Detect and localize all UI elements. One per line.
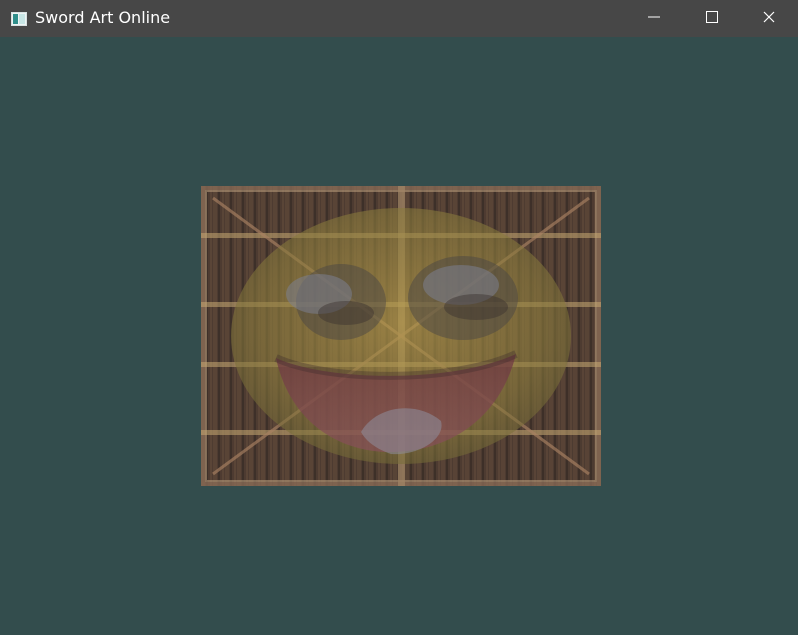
render-viewport[interactable] (1, 37, 797, 634)
window-title: Sword Art Online (35, 8, 171, 27)
maximize-button[interactable] (683, 0, 741, 37)
textured-quad (201, 186, 601, 486)
app-window-icon (11, 11, 27, 26)
close-button[interactable] (740, 0, 798, 37)
maximize-icon (705, 9, 719, 28)
minimize-button[interactable] (625, 0, 683, 37)
app-window: Sword Art Online (0, 0, 798, 635)
window-titlebar[interactable]: Sword Art Online (0, 0, 798, 37)
mixed-texture-image (201, 186, 601, 486)
close-icon (762, 9, 776, 28)
minimize-icon (647, 9, 661, 28)
